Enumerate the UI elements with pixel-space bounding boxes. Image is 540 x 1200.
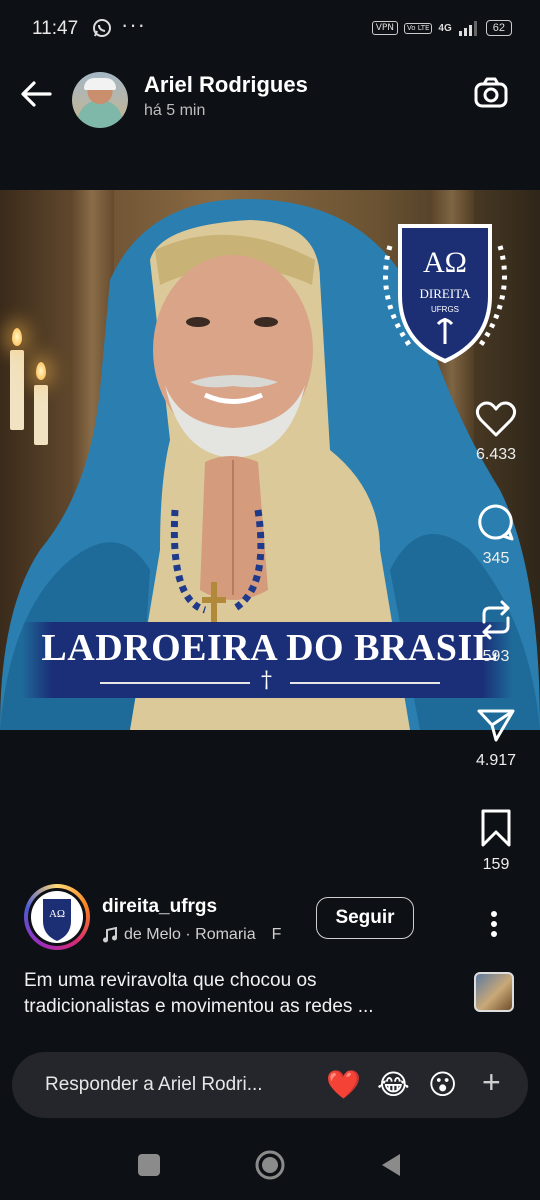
- banner-divider: [100, 682, 250, 684]
- nav-back-button[interactable]: [380, 1152, 402, 1178]
- like-action[interactable]: 6.433: [466, 400, 526, 464]
- banner-title: LADROEIRA DO BRASIL: [41, 627, 499, 669]
- user-avatar[interactable]: [72, 72, 128, 128]
- repost-count: 593: [482, 648, 510, 665]
- share-action[interactable]: 4.917: [466, 706, 526, 770]
- more-options-icon[interactable]: [482, 906, 506, 942]
- reply-input[interactable]: Responder a Ariel Rodri...: [45, 1074, 263, 1096]
- volte-badge: Vo LTE: [404, 22, 433, 34]
- music-info[interactable]: de Melo · Romaria F: [102, 926, 302, 944]
- caption-line: Em uma reviravolta que chocou os: [24, 970, 317, 991]
- status-indicators: VPN Vo LTE 4G 62: [371, 20, 512, 36]
- account-avatar-image: ΑΩ: [31, 891, 83, 943]
- mini-crest-icon: ΑΩ: [43, 899, 71, 941]
- home-button[interactable]: [254, 1149, 286, 1181]
- crest-sub: UFRGS: [431, 305, 459, 314]
- save-action[interactable]: 159: [466, 808, 526, 874]
- comment-action[interactable]: 345: [466, 502, 526, 568]
- avatar-cap: [84, 78, 116, 90]
- audio-thumbnail[interactable]: [474, 972, 514, 1012]
- music-note-icon: [103, 927, 117, 943]
- recents-button[interactable]: [138, 1154, 160, 1176]
- like-count: 6.433: [475, 446, 517, 463]
- more-notifications-icon: ···: [121, 12, 146, 37]
- follow-button[interactable]: Seguir: [316, 897, 414, 939]
- caption-line: tradicionalistas e movimentou as redes .…: [24, 996, 374, 1017]
- heart-icon[interactable]: [475, 400, 517, 438]
- laugh-reaction-button[interactable]: 😂: [377, 1068, 410, 1101]
- story-user-name[interactable]: Ariel Rodrigues: [144, 72, 308, 98]
- music-text-overflow: F: [271, 926, 282, 943]
- signal-icon: [458, 21, 477, 36]
- send-icon[interactable]: [476, 706, 516, 744]
- share-count: 4.917: [475, 752, 517, 769]
- heart-reaction-button[interactable]: ❤️: [326, 1068, 361, 1101]
- comment-icon[interactable]: [476, 502, 516, 542]
- status-bar: 11:47 ··· VPN Vo LTE 4G 62: [0, 0, 540, 52]
- bookmark-icon[interactable]: [478, 808, 514, 848]
- repost-icon[interactable]: [476, 600, 516, 640]
- back-arrow-icon[interactable]: [18, 76, 54, 112]
- direita-ufrgs-crest: ΑΩ DIREITA UFRGS: [383, 224, 507, 364]
- status-time: 11:47: [32, 18, 79, 39]
- post-caption[interactable]: Em uma reviravolta que chocou os tradici…: [24, 968, 444, 1020]
- cross-symbol: †: [261, 668, 272, 693]
- vpn-badge: VPN: [371, 21, 399, 35]
- crest-name: DIREITA: [420, 286, 472, 301]
- battery-indicator: 62: [485, 20, 512, 36]
- whatsapp-icon: [93, 19, 111, 37]
- svg-text:ΑΩ: ΑΩ: [49, 908, 65, 920]
- network-type: 4G: [438, 22, 452, 34]
- camera-icon[interactable]: [472, 76, 510, 112]
- banner-divider: [290, 682, 440, 684]
- music-text: de Melo · Romaria: [124, 926, 256, 943]
- save-count: 159: [482, 856, 510, 873]
- post-image[interactable]: ΑΩ DIREITA UFRGS LADROEIRA DO BRASIL †: [0, 190, 540, 730]
- account-name[interactable]: direita_ufrgs: [102, 896, 217, 918]
- account-avatar[interactable]: ΑΩ: [24, 884, 90, 950]
- comment-count: 345: [482, 550, 510, 567]
- story-timestamp: há 5 min: [144, 102, 206, 119]
- add-reaction-icon[interactable]: +: [482, 1064, 501, 1101]
- wow-reaction-button[interactable]: 😮: [428, 1068, 457, 1101]
- repost-action[interactable]: 593: [466, 600, 526, 666]
- crest-letters: ΑΩ: [423, 246, 467, 279]
